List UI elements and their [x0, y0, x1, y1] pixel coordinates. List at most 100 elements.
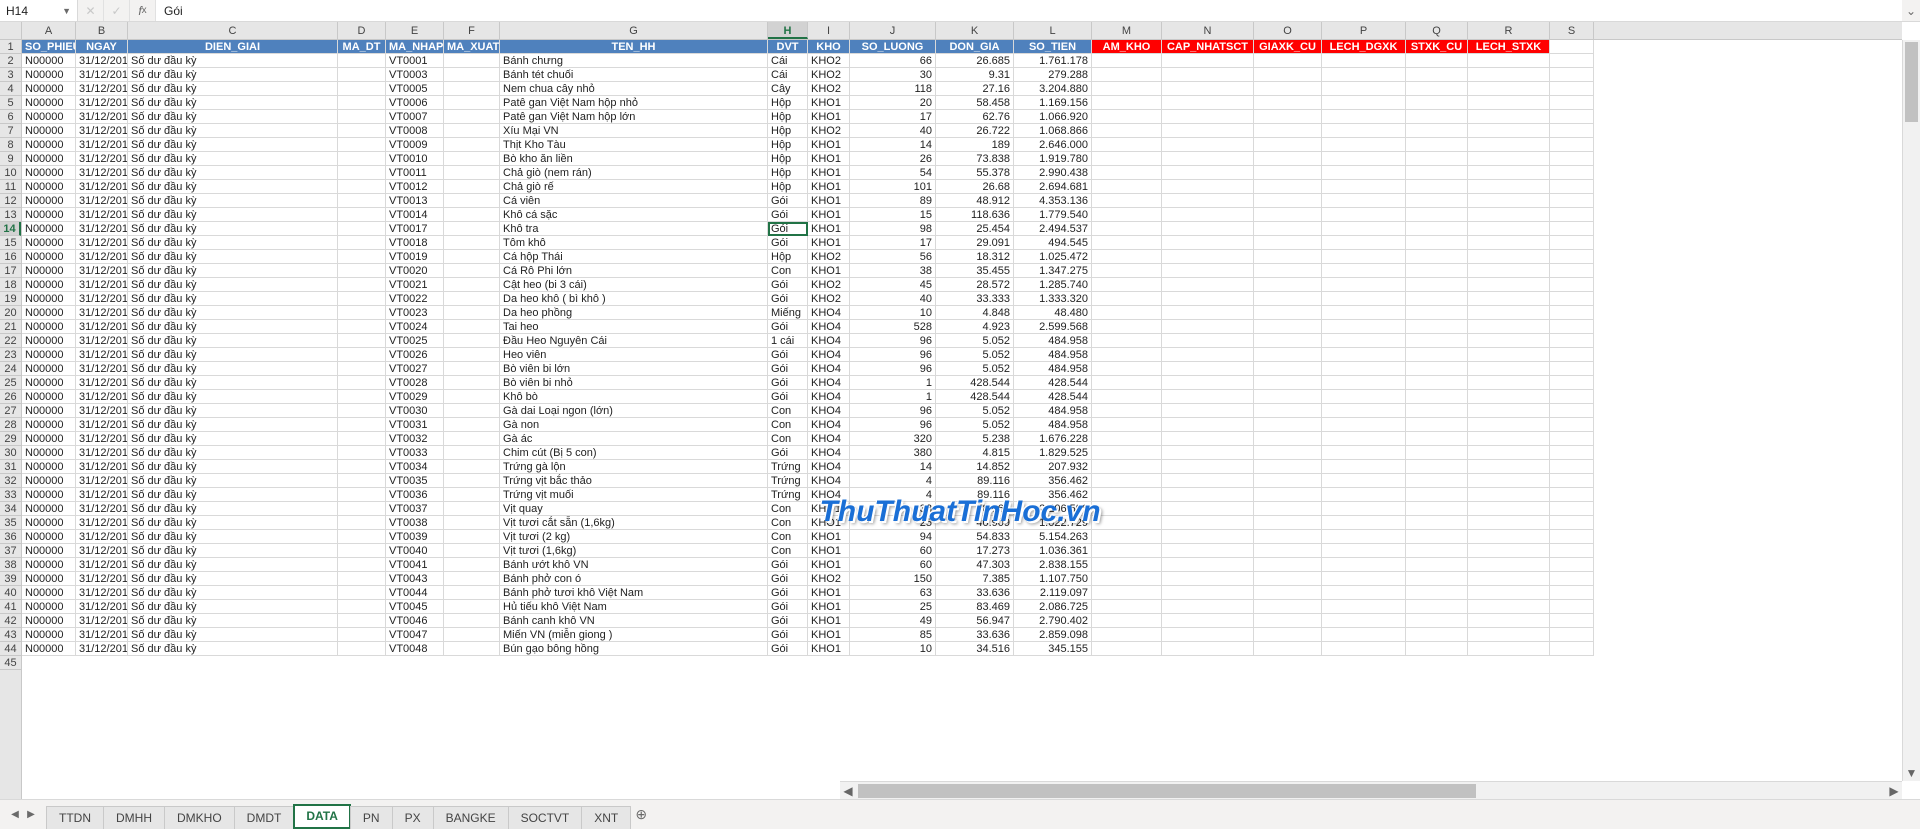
table-cell[interactable] [338, 152, 386, 166]
table-cell[interactable] [1254, 390, 1322, 404]
table-cell[interactable]: Bánh chưng [500, 54, 768, 68]
table-cell[interactable]: 62.76 [936, 110, 1014, 124]
table-cell[interactable]: Gói [768, 208, 808, 222]
table-cell[interactable]: Bánh tét chuối [500, 68, 768, 82]
table-cell[interactable]: 31/12/2015 [76, 404, 128, 418]
table-cell[interactable]: Đầu Heo Nguyên Cái [500, 334, 768, 348]
table-cell[interactable]: 31/12/2015 [76, 628, 128, 642]
table-cell[interactable] [444, 558, 500, 572]
table-cell[interactable]: 31/12/2015 [76, 488, 128, 502]
select-all-corner[interactable] [0, 22, 22, 40]
table-cell[interactable] [1322, 446, 1406, 460]
row-header[interactable]: 22 [0, 334, 21, 348]
table-cell[interactable] [444, 390, 500, 404]
table-cell[interactable]: 31/12/2015 [76, 544, 128, 558]
table-cell[interactable] [1468, 544, 1550, 558]
table-cell[interactable] [338, 264, 386, 278]
table-cell[interactable] [1092, 390, 1162, 404]
table-cell[interactable] [1550, 138, 1594, 152]
table-cell[interactable] [444, 446, 500, 460]
table-cell[interactable] [1468, 180, 1550, 194]
table-cell[interactable] [1254, 236, 1322, 250]
table-cell[interactable]: VT0026 [386, 348, 444, 362]
table-cell[interactable] [338, 544, 386, 558]
table-cell[interactable] [1406, 572, 1468, 586]
table-cell[interactable]: 2.086.725 [1014, 600, 1092, 614]
table-cell[interactable] [1162, 432, 1254, 446]
table-cell[interactable]: Chả giò rế [500, 180, 768, 194]
table-cell[interactable]: 31/12/2015 [76, 194, 128, 208]
table-cell[interactable]: 31/12/2015 [76, 54, 128, 68]
table-cell[interactable]: KHO2 [808, 292, 850, 306]
table-cell[interactable]: 31/12/2015 [76, 110, 128, 124]
table-cell[interactable]: 58.458 [936, 96, 1014, 110]
table-cell[interactable]: 31/12/2015 [76, 152, 128, 166]
table-cell[interactable] [1550, 152, 1594, 166]
table-cell[interactable] [1162, 474, 1254, 488]
table-cell[interactable]: 96 [850, 418, 936, 432]
table-cell[interactable]: 2.599.568 [1014, 320, 1092, 334]
table-cell[interactable]: 484.958 [1014, 348, 1092, 362]
header-cell[interactable]: KHO [808, 40, 850, 54]
table-cell[interactable] [1468, 432, 1550, 446]
table-cell[interactable]: 4.848 [936, 306, 1014, 320]
table-cell[interactable] [444, 250, 500, 264]
table-cell[interactable]: Số dư đầu kỳ [128, 418, 338, 432]
table-cell[interactable] [338, 600, 386, 614]
table-cell[interactable] [1254, 334, 1322, 348]
table-cell[interactable] [1092, 642, 1162, 656]
table-cell[interactable] [1406, 558, 1468, 572]
table-cell[interactable] [444, 544, 500, 558]
table-cell[interactable] [338, 54, 386, 68]
table-cell[interactable]: Bò viên bi lớn [500, 362, 768, 376]
table-cell[interactable]: 31/12/2015 [76, 586, 128, 600]
table-cell[interactable]: KHO1 [808, 558, 850, 572]
table-cell[interactable]: 101 [850, 180, 936, 194]
table-cell[interactable] [1162, 390, 1254, 404]
table-cell[interactable]: 5.052 [936, 418, 1014, 432]
header-cell[interactable]: SO_PHIEU [22, 40, 76, 54]
table-cell[interactable] [1092, 110, 1162, 124]
table-cell[interactable] [1254, 628, 1322, 642]
row-header[interactable]: 20 [0, 306, 21, 320]
table-cell[interactable]: KHO1 [808, 642, 850, 656]
table-cell[interactable]: VT0028 [386, 376, 444, 390]
table-cell[interactable] [1406, 250, 1468, 264]
table-cell[interactable] [1254, 306, 1322, 320]
table-cell[interactable] [1092, 502, 1162, 516]
table-cell[interactable] [1092, 432, 1162, 446]
table-cell[interactable] [444, 68, 500, 82]
row-header[interactable]: 26 [0, 390, 21, 404]
table-cell[interactable]: 58.068 [936, 502, 1014, 516]
table-cell[interactable] [1322, 194, 1406, 208]
table-cell[interactable]: VT0031 [386, 418, 444, 432]
table-cell[interactable]: Số dư đầu kỳ [128, 460, 338, 474]
row-header[interactable]: 24 [0, 362, 21, 376]
table-cell[interactable]: VT0037 [386, 502, 444, 516]
table-cell[interactable] [1092, 250, 1162, 264]
table-cell[interactable] [1406, 222, 1468, 236]
table-cell[interactable] [1254, 124, 1322, 138]
table-cell[interactable] [1322, 390, 1406, 404]
table-cell[interactable] [1550, 418, 1594, 432]
table-cell[interactable] [1550, 460, 1594, 474]
table-cell[interactable]: Cá Rô Phi lớn [500, 264, 768, 278]
table-cell[interactable]: 38 [850, 502, 936, 516]
table-cell[interactable]: N00000 [22, 54, 76, 68]
table-cell[interactable]: N00000 [22, 222, 76, 236]
table-cell[interactable]: Gà ác [500, 432, 768, 446]
table-cell[interactable]: Số dư đầu kỳ [128, 54, 338, 68]
table-cell[interactable]: Vịt tươi cắt sẵn (1,6kg) [500, 516, 768, 530]
table-cell[interactable] [1162, 488, 1254, 502]
table-cell[interactable]: VT0041 [386, 558, 444, 572]
table-cell[interactable] [1322, 600, 1406, 614]
table-cell[interactable]: 54 [850, 166, 936, 180]
table-cell[interactable] [444, 488, 500, 502]
table-cell[interactable]: 189 [936, 138, 1014, 152]
table-cell[interactable] [1406, 82, 1468, 96]
table-cell[interactable] [1092, 446, 1162, 460]
table-cell[interactable]: 380 [850, 446, 936, 460]
table-cell[interactable]: VT0048 [386, 642, 444, 656]
table-cell[interactable]: VT0025 [386, 334, 444, 348]
table-cell[interactable] [1406, 180, 1468, 194]
